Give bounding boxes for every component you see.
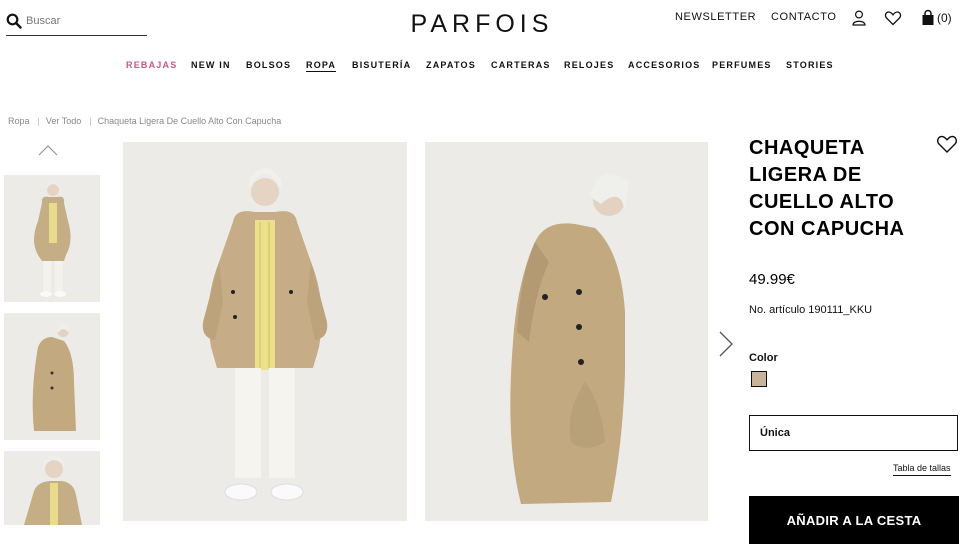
breadcrumb-separator: | [89,116,92,126]
product-image-side[interactable] [425,142,708,521]
product-price: 49.99€ [749,271,795,288]
breadcrumb-item-ver-todo[interactable]: Ver Todo [46,116,81,126]
product-image-front[interactable] [123,142,407,521]
logo-text: PARFOIS [411,10,554,37]
thumbnail-front-image [4,175,100,302]
nav-item-rebajas[interactable]: REBAJAS [126,60,177,70]
product-sku: No. artículo 190111_KKU [749,304,873,316]
breadcrumb-item-current: Chaqueta Ligera De Cuello Alto Con Capuc… [97,116,282,126]
search-icon[interactable] [6,13,22,29]
breadcrumb: Ropa | Ver Todo | Chaqueta Ligera De Cuello … [8,116,281,126]
size-select[interactable]: Única [749,415,958,451]
size-select-value: Única [760,427,790,439]
nav-item-new-in[interactable]: NEW IN [191,60,231,70]
product-image-side-graphic [425,142,708,521]
chevron-right-icon[interactable] [718,330,734,358]
thumbnail-side-image [4,313,100,440]
nav-item-accesorios[interactable]: ACCESORIOS [628,60,701,70]
cart-count[interactable]: (0) [937,11,952,25]
user-icon[interactable] [850,9,868,27]
nav-item-bolsos[interactable]: BOLSOS [246,60,291,70]
breadcrumb-separator: | [37,116,40,126]
nav-item-carteras[interactable]: CARTERAS [491,60,551,70]
product-title: CHAQUETA LIGERA DE CUELLO ALTO CON CAPUC… [749,137,905,240]
thumbnail-detail[interactable] [4,451,100,525]
heart-icon[interactable] [884,9,902,27]
main-nav: REBAJAS NEW IN BOLSOS ROPA BISUTERÍA ZAP… [0,60,966,74]
nav-item-perfumes[interactable]: PERFUMES [712,60,772,70]
thumbnail-side[interactable] [4,313,100,440]
nav-item-stories[interactable]: STORIES [786,60,834,70]
size-table-link[interactable]: Tabla de tallas [893,463,951,476]
color-label: Color [749,352,778,364]
logo[interactable]: PARFOIS [403,9,561,37]
thumbnail-detail-image [4,451,100,525]
nav-item-zapatos[interactable]: ZAPATOS [426,60,476,70]
search-bar [6,10,147,36]
bag-icon[interactable] [919,9,937,27]
nav-item-relojes[interactable]: RELOJES [564,60,614,70]
breadcrumb-item-ropa[interactable]: Ropa [8,116,30,126]
add-to-cart-button[interactable]: AÑADIR A LA CESTA [749,496,959,544]
product-image-front-graphic [123,142,407,521]
nav-item-ropa[interactable]: ROPA [306,60,337,72]
color-swatch[interactable] [751,371,767,387]
thumbnail-front[interactable] [4,175,100,302]
newsletter-link[interactable]: NEWSLETTER [675,11,756,23]
nav-item-bisuteria[interactable]: BISUTERÍA [352,60,411,70]
search-input[interactable] [26,12,144,30]
chevron-up-icon[interactable] [38,144,58,156]
heart-icon[interactable] [936,134,958,154]
contact-link[interactable]: CONTACTO [771,11,837,23]
